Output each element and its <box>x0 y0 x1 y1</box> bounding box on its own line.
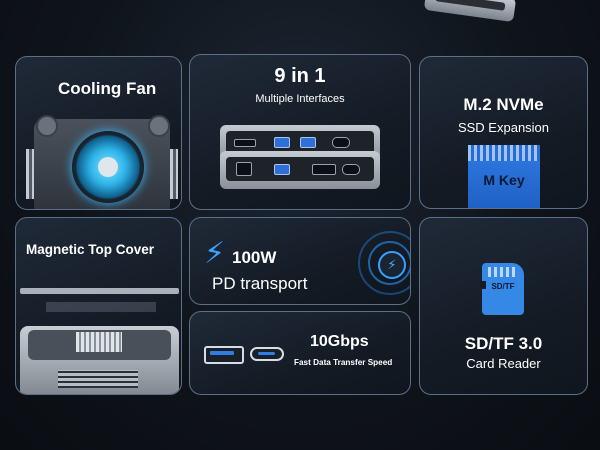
usb-port <box>274 137 290 148</box>
device-edge-image <box>423 0 517 23</box>
mini-pc-heatsink <box>76 332 122 352</box>
magnetic-cover-card: Magnetic Top Cover <box>15 217 182 395</box>
interfaces-card: 9 in 1 Multiple Interfaces <box>189 54 411 210</box>
transfer-speed-title: 10Gbps <box>310 333 369 350</box>
sd-card-icon-label: SD/TF <box>491 282 515 291</box>
m-key-pins <box>468 145 540 161</box>
cooling-fan-title: Cooling Fan <box>58 79 157 98</box>
sd-title: SD/TF 3.0 <box>464 334 543 353</box>
usb-port <box>300 137 316 148</box>
pd-subtitle: PD transport <box>212 274 308 293</box>
lid-shadow <box>46 302 156 312</box>
mini-pc-vent <box>58 370 138 388</box>
lightning-icon: ⚡︎ <box>204 237 226 270</box>
transfer-speed-subtitle: Fast Data Transfer Speed <box>294 358 393 367</box>
sd-slot <box>234 139 256 147</box>
interfaces-title: 9 in 1 <box>274 65 326 87</box>
fan-screw-left <box>36 115 58 137</box>
nvme-subtitle: SSD Expansion <box>457 120 550 135</box>
sd-card-pins <box>488 267 518 277</box>
mini-pc-illustration <box>20 326 179 394</box>
cooling-fan-card: Cooling Fan <box>15 56 182 210</box>
fan-screw-right <box>148 115 170 137</box>
hub-lower-face <box>226 157 374 181</box>
sd-card-icon: SD/TF <box>480 263 524 315</box>
usb-port <box>274 164 290 175</box>
nvme-card: M.2 NVMe SSD Expansion M Key <box>419 56 588 209</box>
magnetic-lid-illustration <box>20 288 179 294</box>
fan-icon <box>72 131 144 203</box>
data-transfer-card: 10Gbps Fast Data Transfer Speed <box>189 311 411 395</box>
usb-c-icon <box>250 347 284 361</box>
pd-card: ⚡︎ 100W PD transport ⚡︎ <box>189 217 411 305</box>
sd-card-reader-card: SD/TF SD/TF 3.0 Card Reader <box>419 217 588 395</box>
charging-icon: ⚡︎ <box>378 251 406 279</box>
ethernet-port <box>236 162 252 176</box>
interfaces-subtitle: Multiple Interfaces <box>255 93 345 105</box>
fan-left-grill <box>26 149 34 199</box>
sd-subtitle: Card Reader <box>466 356 541 371</box>
usb-a-icon <box>204 346 244 364</box>
m-key-label: M Key <box>483 172 525 188</box>
hub-lower-illustration <box>220 151 380 189</box>
usb-c-port <box>342 164 360 175</box>
fan-hub <box>98 157 118 177</box>
magnetic-cover-title: Magnetic Top Cover <box>26 242 155 257</box>
hdmi-port <box>312 164 336 175</box>
pd-title: 100W <box>232 248 277 267</box>
nvme-title: M.2 NVMe <box>463 95 544 114</box>
fan-illustration <box>26 115 178 209</box>
m-key-icon: M Key <box>468 145 540 208</box>
fan-right-grill <box>170 149 178 199</box>
mini-pc-top <box>28 330 171 360</box>
usb-c-port <box>332 137 350 148</box>
